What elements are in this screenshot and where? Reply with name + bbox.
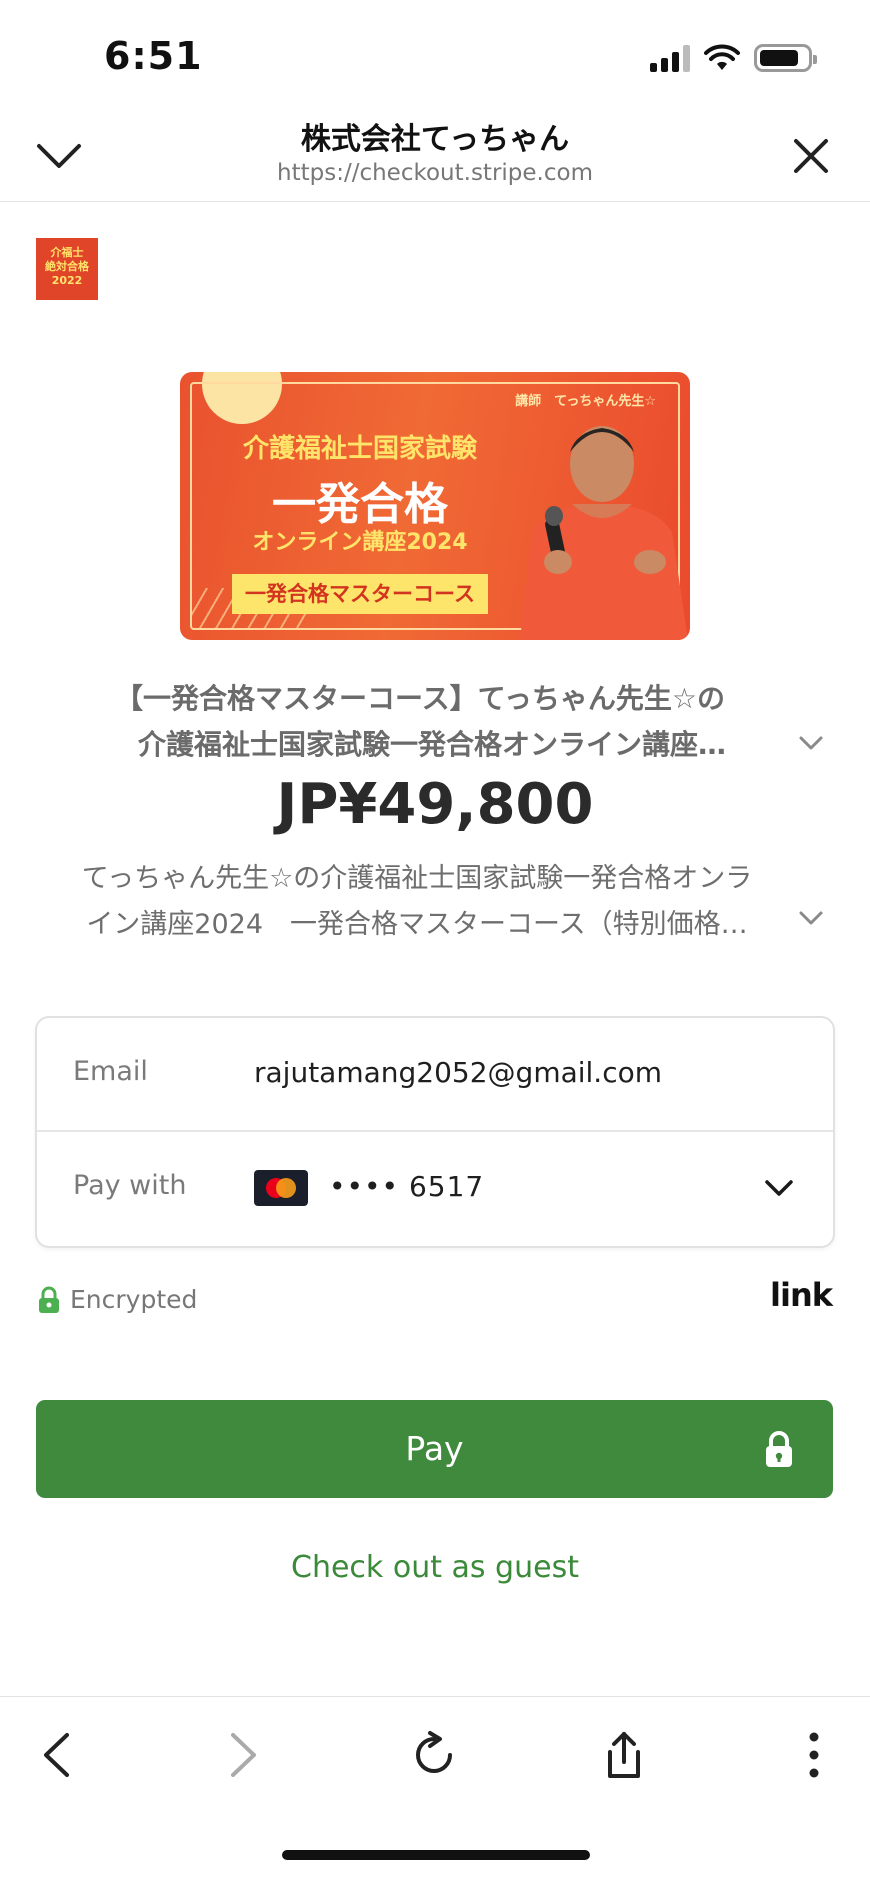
expand-description-chevron-icon[interactable] xyxy=(797,904,825,932)
close-button[interactable] xyxy=(782,130,840,182)
expand-title-chevron-icon[interactable] xyxy=(797,729,825,757)
product-title-line2: 介護福祉士国家試験一発合格オンライン講座… xyxy=(137,728,726,761)
pay-button-label: Pay xyxy=(405,1429,464,1468)
banner-course-year: オンライン講座2024 xyxy=(252,530,468,555)
banner-headline: 一発合格 xyxy=(272,479,448,530)
email-label: Email xyxy=(73,1056,148,1087)
email-value[interactable]: rajutamang2052@gmail.com xyxy=(254,1056,662,1089)
cellular-signal-icon xyxy=(650,44,690,72)
card-number: •••• 6517 xyxy=(329,1170,485,1203)
home-indicator xyxy=(282,1850,590,1860)
checkout-as-guest-link[interactable]: Check out as guest xyxy=(0,1550,870,1585)
product-description-line2: イン講座2024 一発合格マスターコース（特別価格… xyxy=(86,909,748,940)
page-url: https://checkout.stripe.com xyxy=(277,160,593,186)
banner-exam-title: 介護福祉士国家試験 xyxy=(242,434,477,464)
product-description-line1: てっちゃん先生☆の介護福祉士国家試験一発合格オンラ xyxy=(81,863,753,894)
encrypted-notice: Encrypted xyxy=(38,1285,197,1314)
payment-method-dropdown[interactable] xyxy=(759,1168,799,1208)
product-title[interactable]: 【一発合格マスターコース】てっちゃん先生☆の 介護福祉士国家試験一発合格オンライ… xyxy=(50,676,790,768)
page-title: 株式会社てっちゃん xyxy=(300,122,570,157)
mastercard-icon xyxy=(254,1170,308,1206)
reload-icon xyxy=(416,1731,452,1773)
browser-header: 株式会社てっちゃん https://checkout.stripe.com xyxy=(0,110,870,202)
reload-button[interactable] xyxy=(402,1723,466,1787)
close-icon xyxy=(794,139,828,173)
lock-icon xyxy=(766,1431,792,1467)
more-vertical-icon xyxy=(809,1732,819,1778)
merchant-logo-line1: 介福士 xyxy=(50,246,84,259)
merchant-logo-line3: 2022 xyxy=(51,274,83,287)
banner-course-badge: 一発合格マスターコース xyxy=(232,574,488,614)
status-icons xyxy=(650,40,817,76)
more-menu-button[interactable] xyxy=(782,1723,846,1787)
product-description[interactable]: てっちゃん先生☆の介護福祉士国家試験一発合格オンラ イン講座2024 一発合格マ… xyxy=(44,856,790,948)
forward-button[interactable] xyxy=(212,1723,276,1787)
back-button[interactable] xyxy=(24,1723,88,1787)
banner-teacher: 講師 てっちゃん先生☆ xyxy=(515,394,656,409)
chevron-down-icon xyxy=(765,1180,793,1196)
pay-with-label: Pay with xyxy=(73,1170,187,1201)
lock-icon xyxy=(39,1286,59,1313)
encrypted-label: Encrypted xyxy=(70,1285,198,1314)
status-time: 6:51 xyxy=(104,34,203,78)
wifi-icon xyxy=(704,44,740,70)
product-price: JP¥49,800 xyxy=(276,772,594,837)
product-title-line1: 【一発合格マスターコース】てっちゃん先生☆の xyxy=(114,682,726,715)
chevron-left-icon xyxy=(44,1733,69,1777)
status-bar: 6:51 xyxy=(0,0,870,110)
payment-details-card: Email rajutamang2052@gmail.com Pay with … xyxy=(35,1016,835,1248)
instructor-photo xyxy=(520,426,688,640)
merchant-logo: 介福士 絶対合格 2022 xyxy=(36,238,98,300)
product-banner-image: 講師 てっちゃん先生☆ 介護福祉士国家試験 一発合格 オンライン講座2024 一… xyxy=(180,372,690,640)
link-logo: link xyxy=(770,1276,833,1314)
pay-button[interactable]: Pay xyxy=(36,1400,833,1498)
battery-icon xyxy=(754,44,817,72)
share-button[interactable] xyxy=(592,1723,656,1787)
merchant-logo-line2: 絶対合格 xyxy=(45,260,89,273)
chevron-right-icon xyxy=(231,1733,256,1777)
pay-with-row[interactable]: Pay with •••• 6517 xyxy=(37,1132,833,1246)
share-icon xyxy=(608,1732,640,1778)
email-row[interactable]: Email rajutamang2052@gmail.com xyxy=(37,1018,833,1132)
